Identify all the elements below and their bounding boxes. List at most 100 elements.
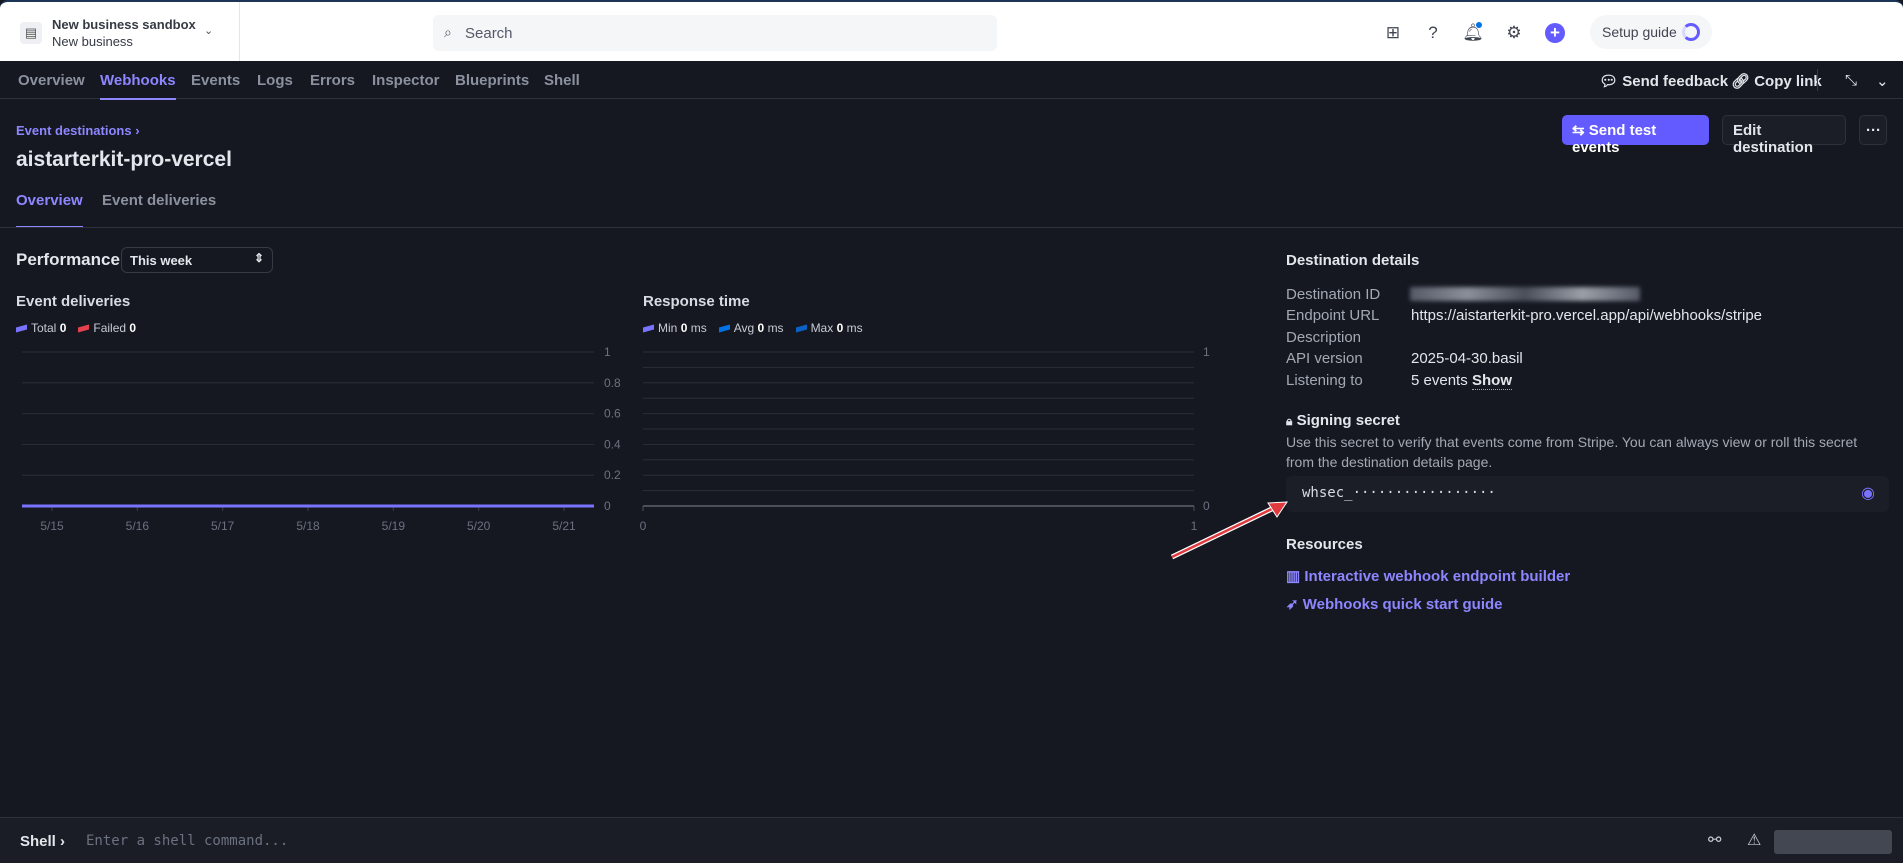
detail-label: Destination ID — [1286, 286, 1381, 303]
account-switcher[interactable]: ▤ New business sandbox New business ⌄ — [0, 2, 240, 61]
book-icon: ▥ — [1286, 568, 1301, 585]
event-deliveries-legend: Total 0 Failed 0 — [16, 321, 136, 335]
apps-icon[interactable]: ⊞ — [1382, 22, 1404, 44]
workbench-nav: Overview Webhooks Events Logs Errors Ins… — [0, 61, 1903, 100]
resource-link-builder[interactable]: ▥ Interactive webhook endpoint builder — [1286, 567, 1570, 585]
y-tick-label: 0.6 — [604, 407, 621, 421]
y-tick-label: 0 — [604, 499, 611, 513]
legend-avg: Avg 0 ms — [718, 321, 784, 335]
y-tick-label: 1 — [604, 345, 611, 359]
subtab-overview[interactable]: Overview — [16, 192, 83, 228]
subtab-event-deliveries[interactable]: Event deliveries — [102, 192, 216, 209]
date-range-select[interactable]: This week ⇕ — [121, 247, 273, 273]
api-version: 2025-04-30.basil — [1411, 350, 1523, 367]
resource-link-quickstart[interactable]: ➶ Webhooks quick start guide — [1286, 595, 1503, 613]
tab-errors[interactable]: Errors — [310, 72, 355, 89]
setup-guide-button[interactable]: Setup guide — [1590, 15, 1712, 49]
bell-icon[interactable]: 🔔︎ — [1462, 22, 1484, 44]
lock-icon: 🔒︎ — [1286, 414, 1293, 428]
breadcrumb-link[interactable]: Event destinations — [16, 123, 132, 138]
detail-label: Listening to — [1286, 372, 1363, 389]
secret-value: whsec_················· — [1302, 485, 1496, 501]
copy-link-button[interactable]: 🔗︎ Copy link — [1731, 72, 1822, 90]
y-tick-label: 0.4 — [604, 437, 621, 451]
gear-icon[interactable]: ⚙ — [1503, 22, 1525, 44]
secret-description: Use this secret to verify that events co… — [1286, 434, 1858, 450]
x-tick-label: 0 — [640, 519, 647, 533]
y-tick-label: 0.8 — [604, 376, 621, 390]
more-options-button[interactable]: ··· — [1859, 115, 1887, 145]
top-bar: ▤ New business sandbox New business ⌄ ⌕ … — [0, 0, 1903, 61]
binoculars-icon[interactable]: ⚯ — [1708, 830, 1721, 850]
tab-logs[interactable]: Logs — [257, 72, 293, 89]
x-tick-label: 5/17 — [211, 519, 235, 533]
divider — [0, 227, 1903, 228]
response-time-legend: Min 0 ms Avg 0 ms Max 0 ms — [643, 321, 863, 335]
x-tick-label: 5/15 — [40, 519, 64, 533]
detail-label: Description — [1286, 329, 1362, 346]
response-time-chart: 010 1 — [640, 345, 1210, 533]
listening-to-value: 5 events — [1411, 372, 1468, 389]
send-feedback-button[interactable]: 💬︎ Send feedback — [1599, 72, 1728, 90]
collapse-icon[interactable]: ⤡ — [1845, 72, 1857, 89]
signing-secret-heading: 🔒︎ Signing secret — [1286, 412, 1400, 429]
watermark-badge — [1774, 830, 1892, 854]
y-tick-label: 0.2 — [604, 468, 621, 482]
performance-heading: Performance — [16, 250, 120, 269]
legend-total: Total 0 — [16, 321, 66, 335]
x-tick-label: 5/20 — [467, 519, 491, 533]
shell-bar: Shell › Enter a shell command... ⚯ ⚠ — [0, 817, 1903, 863]
search-input[interactable]: ⌕ Search — [433, 15, 997, 51]
annotation-arrow — [1170, 501, 1288, 560]
resources-heading: Resources — [1286, 536, 1363, 553]
tab-inspector[interactable]: Inspector — [372, 72, 440, 89]
swap-arrows-icon: ⇆ — [1572, 122, 1585, 139]
detail-label: API version — [1286, 350, 1363, 367]
x-tick-label: 5/16 — [126, 519, 150, 533]
breadcrumb[interactable]: Event destinations › — [16, 123, 140, 138]
page-title: aistarterkit-pro-vercel — [16, 148, 232, 171]
tab-shell[interactable]: Shell — [544, 72, 580, 89]
legend-max: Max 0 ms — [795, 321, 863, 335]
eye-icon[interactable]: ◉ — [1861, 483, 1875, 502]
shell-label: Shell › — [20, 833, 66, 850]
help-icon[interactable]: ? — [1422, 22, 1444, 44]
chevron-down-icon: ⌄ — [204, 25, 214, 37]
detail-label: Endpoint URL — [1286, 307, 1380, 324]
send-test-events-button[interactable]: ⇆ Send test events — [1562, 115, 1709, 156]
speech-bubble-icon: 💬︎ — [1599, 73, 1619, 90]
x-tick-label: 5/19 — [382, 519, 406, 533]
progress-ring-icon — [1682, 23, 1700, 41]
endpoint-url[interactable]: https://aistarterkit-pro.vercel.app/api/… — [1411, 307, 1762, 324]
search-placeholder: Search — [465, 25, 513, 42]
tab-overview[interactable]: Overview — [18, 72, 85, 89]
legend-failed: Failed 0 — [78, 321, 136, 335]
link-icon: 🔗︎ — [1731, 73, 1751, 90]
send-test-label: Send test events — [1572, 122, 1657, 156]
signing-secret-field: whsec_················· ◉ — [1286, 476, 1889, 512]
warning-icon[interactable]: ⚠ — [1747, 830, 1761, 850]
account-name: New business sandbox — [52, 17, 196, 32]
create-plus-icon[interactable]: + — [1545, 23, 1565, 43]
redacted-destination-id — [1410, 287, 1640, 301]
event-deliveries-chart: 0 0.2 0.4 0.6 0.8 1 5/15 5/16 5/17 5/18 5/19 5/20 5/… — [22, 345, 621, 533]
response-time-title: Response time — [643, 293, 750, 310]
account-sub: New business — [52, 34, 133, 49]
legend-min: Min 0 ms — [643, 321, 707, 335]
chevron-down-icon[interactable]: ⌄ — [1876, 72, 1889, 90]
x-tick-label: 5/18 — [296, 519, 320, 533]
edit-destination-button[interactable]: Edit destination — [1722, 115, 1846, 156]
date-range-value: This week — [130, 253, 193, 268]
updown-chevron-icon: ⇕ — [253, 251, 264, 265]
send-feedback-label: Send feedback — [1622, 73, 1729, 90]
divider — [1817, 69, 1818, 91]
show-events-link[interactable]: Show — [1472, 372, 1512, 390]
destination-details-heading: Destination details — [1286, 252, 1420, 269]
x-tick-label: 5/21 — [552, 519, 576, 533]
shell-input[interactable]: Enter a shell command... — [86, 833, 288, 849]
tab-blueprints[interactable]: Blueprints — [455, 72, 529, 89]
setup-guide-label: Setup guide — [1602, 24, 1677, 40]
tab-webhooks[interactable]: Webhooks — [100, 72, 176, 100]
tab-events[interactable]: Events — [191, 72, 240, 89]
event-deliveries-title: Event deliveries — [16, 293, 131, 310]
